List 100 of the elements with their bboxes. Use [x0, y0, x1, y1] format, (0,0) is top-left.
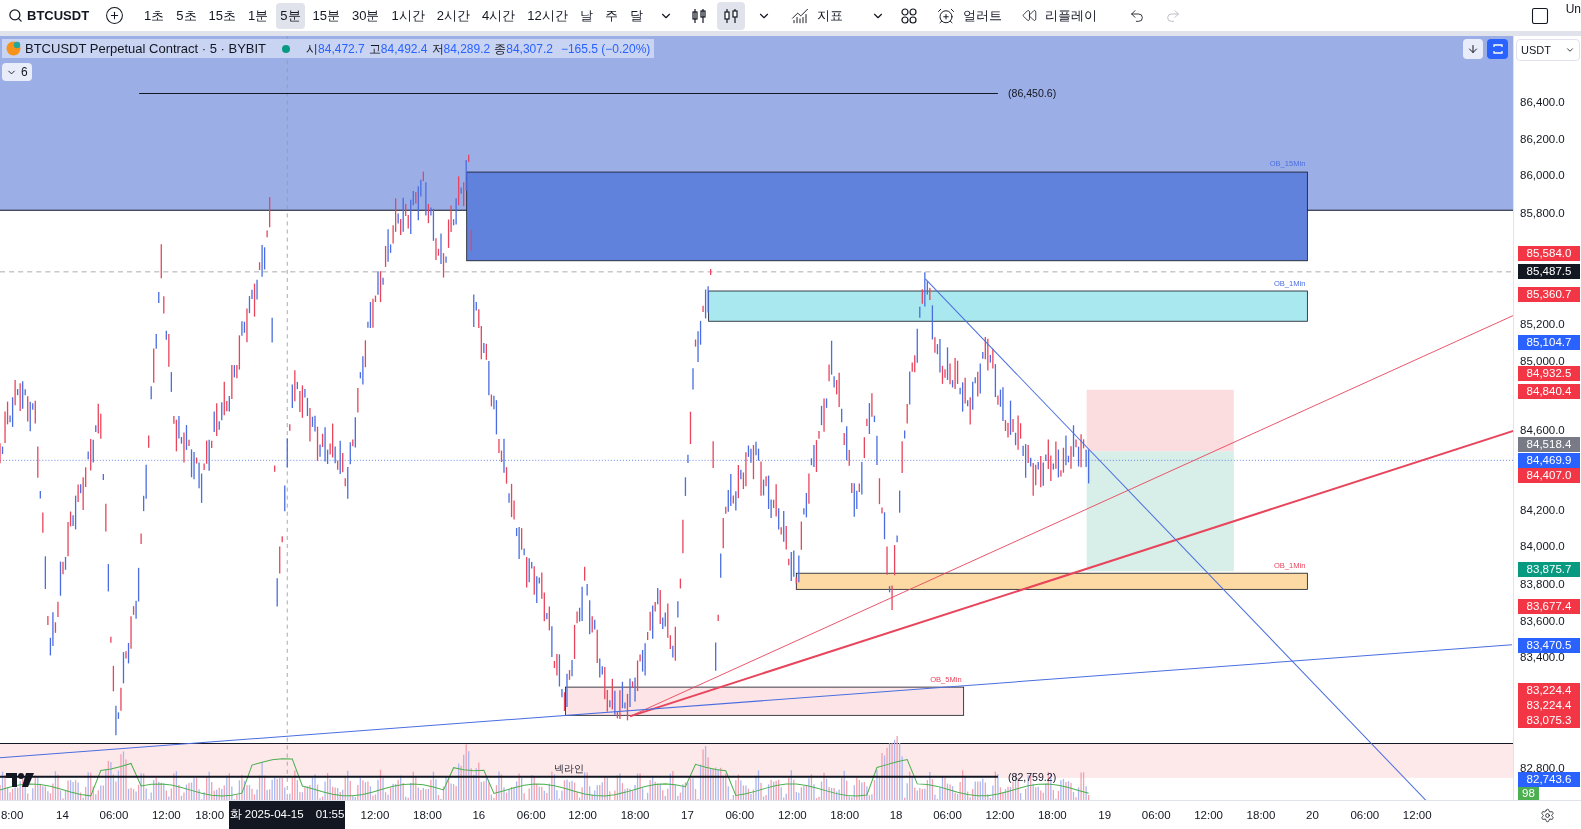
time-label: 14: [56, 808, 69, 823]
time-label: 18:00: [620, 808, 650, 823]
interval-tab[interactable]: 5초: [172, 2, 201, 29]
price-level-label: (86,450.6): [1008, 87, 1057, 100]
search-icon[interactable]: [8, 8, 23, 23]
interval-tab[interactable]: 15분: [308, 2, 344, 29]
grid-icon[interactable]: [900, 7, 917, 24]
settings-icon[interactable]: [1539, 807, 1555, 823]
time-label: 06:00: [933, 808, 962, 823]
alert-button[interactable]: 얼러트: [962, 5, 1002, 26]
price-tick: 86,400.0: [1520, 95, 1565, 108]
add-icon[interactable]: [105, 6, 125, 25]
ohlc-label: 고: [368, 40, 381, 58]
time-label: 8:00: [0, 808, 24, 823]
chart-type-button[interactable]: [716, 1, 745, 30]
price-tick: 85,800.0: [1520, 206, 1565, 219]
time-label: 12:00: [568, 808, 597, 823]
ohlc-value: 84,472.7: [318, 40, 365, 58]
ohlc-label: 저: [431, 40, 444, 58]
symbol-name[interactable]: BTCUSDT: [27, 5, 90, 26]
chevron-icon: [1565, 45, 1575, 55]
ohlc-value: 84,307.2: [506, 40, 553, 58]
price-badge: 84,407.0: [1518, 468, 1580, 484]
price-badge: 83,224.4: [1518, 682, 1580, 698]
replay-button[interactable]: 리플레이: [1044, 5, 1097, 26]
counter-badge: 98: [1518, 787, 1539, 800]
neckline-label: 넥라인: [554, 762, 585, 774]
price-change: −165.5 (−0.20%): [560, 40, 651, 58]
frame-icon: [1491, 43, 1504, 55]
candlestick-icon: [689, 6, 708, 25]
price-tick: 85,200.0: [1520, 317, 1565, 330]
interval-tab[interactable]: 5분: [276, 2, 305, 29]
price-tick: 83,600.0: [1520, 614, 1565, 627]
time-label: 19: [1098, 808, 1112, 823]
candlestick-icon: [721, 6, 740, 25]
interval-tab[interactable]: 달: [625, 2, 647, 29]
price-tick: 85,000.0: [1520, 354, 1565, 367]
price-badge: 84,932.5: [1518, 366, 1580, 382]
time-label: 06:00: [99, 808, 129, 823]
time-label: 20: [1306, 808, 1319, 823]
logo-icon: [6, 772, 36, 788]
interval-tab[interactable]: 1분: [244, 2, 273, 29]
price-badge: 85,104.7: [1518, 335, 1580, 351]
interval-tab[interactable]: 1초: [140, 2, 169, 29]
rewind-icon[interactable]: [1021, 8, 1037, 23]
time-label: 06:00: [1350, 808, 1380, 823]
cut-text: Un: [1565, 1, 1581, 18]
time-label: 16: [472, 808, 486, 823]
indicators-icon[interactable]: [790, 6, 809, 25]
time-label: 17: [681, 808, 694, 823]
time-label: 06:00: [516, 808, 546, 823]
interval-tab[interactable]: 30분: [348, 2, 384, 29]
interval-tab[interactable]: 4시간: [477, 2, 520, 29]
interval-tab[interactable]: 날: [575, 2, 597, 29]
time-label: 06:00: [725, 808, 755, 823]
square-icon[interactable]: [1529, 5, 1550, 26]
interval-tab[interactable]: 15초: [204, 2, 241, 29]
alarm-icon[interactable]: [936, 6, 955, 25]
price-badge: 85,584.0: [1518, 245, 1580, 261]
symbol-title[interactable]: BTCUSDT Perpetual Contract · 5 · BYBIT: [25, 38, 267, 59]
reset-button[interactable]: [1487, 39, 1508, 59]
currency-dropdown[interactable]: USDT: [1516, 39, 1580, 61]
price-badge: 83,075.3: [1518, 713, 1580, 729]
time-label: 18:00: [1037, 808, 1067, 823]
price-level-label: (82,759.2): [1008, 770, 1057, 783]
price-tick: 83,400.0: [1520, 651, 1565, 664]
interval-tab[interactable]: 2시간: [432, 2, 474, 29]
price-tick: 84,000.0: [1520, 540, 1565, 553]
time-label: 12:00: [777, 808, 807, 823]
price-tick: 83,800.0: [1520, 577, 1565, 590]
indicators-button[interactable]: 지표: [816, 5, 843, 26]
cursor-time: 01:55: [315, 807, 345, 823]
price-tick: 86,000.0: [1520, 169, 1565, 182]
price-badge: 85,360.7: [1518, 286, 1580, 302]
interval-tab[interactable]: 12시간: [523, 2, 572, 29]
time-label: 18:00: [413, 808, 442, 823]
ohlc-value: 84,289.2: [443, 40, 491, 58]
time-label: 12:00: [151, 808, 181, 823]
undo-icon[interactable]: [1128, 7, 1145, 24]
interval-tab[interactable]: 1시간: [387, 2, 429, 29]
price-badge: 82,743.6: [1518, 771, 1580, 787]
scroll-down-button[interactable]: [1463, 39, 1483, 59]
time-label: 12:00: [360, 808, 390, 823]
time-label: 12:00: [1402, 808, 1432, 823]
ohlc-label: 시: [306, 40, 319, 58]
time-label: 12:00: [1194, 808, 1223, 823]
ohlc-label: 종: [494, 40, 507, 58]
arrow-down-icon: [1467, 43, 1479, 55]
time-label: 12:00: [985, 808, 1015, 823]
price-badge: 84,518.4: [1518, 437, 1580, 452]
price-badge: 83,224.4: [1518, 698, 1580, 714]
time-label: 18:00: [1246, 808, 1276, 823]
price-badge: 83,875.7: [1518, 562, 1580, 577]
price-badge: 84,469.9: [1518, 453, 1580, 469]
time-label: 06:00: [1141, 808, 1171, 823]
time-label: 18: [889, 808, 903, 823]
price-badge: 83,470.5: [1518, 637, 1580, 653]
indicator-toggle[interactable]: 6: [2, 63, 32, 81]
interval-tab[interactable]: 주: [600, 2, 622, 29]
coin-icon: [6, 41, 21, 56]
